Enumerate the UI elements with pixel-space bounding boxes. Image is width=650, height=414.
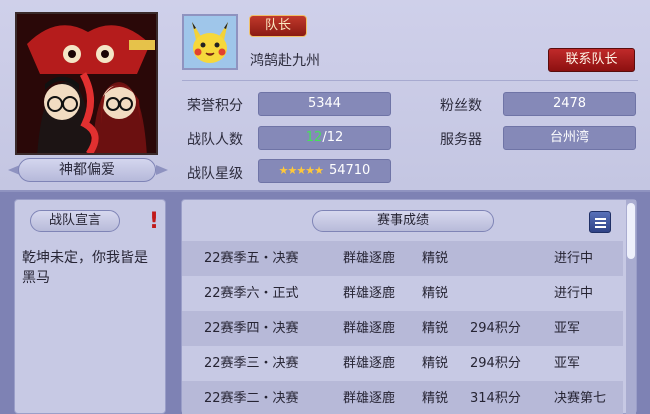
season-cell: 22赛季六・正式 xyxy=(204,286,299,301)
table-row[interactable]: 22赛季三・决赛 群雄逐鹿 精锐 294积分 亚军 xyxy=(182,346,623,381)
exclamation-icon[interactable]: ! xyxy=(147,210,161,234)
contact-leader-button[interactable]: 联系队长 xyxy=(548,48,635,72)
tier-cell: 精锐 xyxy=(422,391,449,406)
tier-cell: 精锐 xyxy=(422,286,449,301)
points-cell: 294积分 xyxy=(470,321,521,336)
points-cell: 314积分 xyxy=(470,391,521,406)
server-value: 台州湾 xyxy=(503,126,636,150)
points-cell: 294积分 xyxy=(470,356,521,371)
star-icons: ★★★★★ xyxy=(278,164,324,177)
season-cell: 22赛季五・决赛 xyxy=(204,251,299,266)
menu-icon[interactable] xyxy=(589,211,611,233)
motto-text: 乾坤未定，你我皆是黑马 xyxy=(22,250,148,286)
team-stars-value: ★★★★★ 54710 xyxy=(258,159,391,183)
mode-cell: 群雄逐鹿 xyxy=(343,321,396,336)
fans-label: 粉丝数 xyxy=(440,98,482,114)
divider xyxy=(182,80,638,81)
status-cell: 亚军 xyxy=(554,321,581,336)
status-cell: 决赛第七 xyxy=(554,391,607,406)
results-scroll-thumb[interactable] xyxy=(627,203,635,259)
leader-avatar[interactable] xyxy=(182,14,238,70)
results-title: 赛事成绩 xyxy=(312,210,494,232)
members-label: 战队人数 xyxy=(187,132,243,148)
tier-cell: 精锐 xyxy=(422,321,449,336)
members-value: 12/12 xyxy=(258,126,391,150)
team-logo-art-icon xyxy=(17,14,156,153)
honor-points-value: 5344 xyxy=(258,92,391,116)
mode-cell: 群雄逐鹿 xyxy=(343,286,396,301)
status-cell: 进行中 xyxy=(554,286,594,301)
motto-title: 战队宣言 xyxy=(30,210,120,232)
season-cell: 22赛季三・决赛 xyxy=(204,356,299,371)
table-row[interactable]: 22赛季四・决赛 群雄逐鹿 精锐 294积分 亚军 xyxy=(182,311,623,346)
mode-cell: 群雄逐鹿 xyxy=(343,391,396,406)
mode-cell: 群雄逐鹿 xyxy=(343,356,396,371)
team-logo-image xyxy=(15,12,158,155)
mode-cell: 群雄逐鹿 xyxy=(343,251,396,266)
season-cell: 22赛季二・决赛 xyxy=(204,391,299,406)
members-max: /12 xyxy=(322,130,344,145)
team-stars-label: 战队星级 xyxy=(187,166,243,182)
leader-name: 鸿鹄赴九州 xyxy=(250,53,320,69)
fans-value: 2478 xyxy=(503,92,636,116)
season-cell: 22赛季四・决赛 xyxy=(204,321,299,336)
tier-cell: 精锐 xyxy=(422,251,449,266)
table-row[interactable]: 22赛季六・正式 群雄逐鹿 精锐 进行中 xyxy=(182,276,623,311)
table-row[interactable]: 22赛季二・决赛 群雄逐鹿 精锐 314积分 决赛第七 xyxy=(182,381,623,414)
table-row[interactable]: 22赛季五・决赛 群雄逐鹿 精锐 进行中 xyxy=(182,241,623,276)
status-cell: 亚军 xyxy=(554,356,581,371)
team-stars-number: 54710 xyxy=(328,163,371,178)
members-current: 12 xyxy=(305,130,323,145)
tier-cell: 精锐 xyxy=(422,356,449,371)
leader-badge: 队长 xyxy=(249,15,307,37)
team-name: 神都偏爱 xyxy=(18,158,156,182)
pikachu-avatar-icon xyxy=(184,16,236,68)
status-cell: 进行中 xyxy=(554,251,594,266)
server-label: 服务器 xyxy=(440,132,482,148)
honor-points-label: 荣誉积分 xyxy=(187,98,243,114)
